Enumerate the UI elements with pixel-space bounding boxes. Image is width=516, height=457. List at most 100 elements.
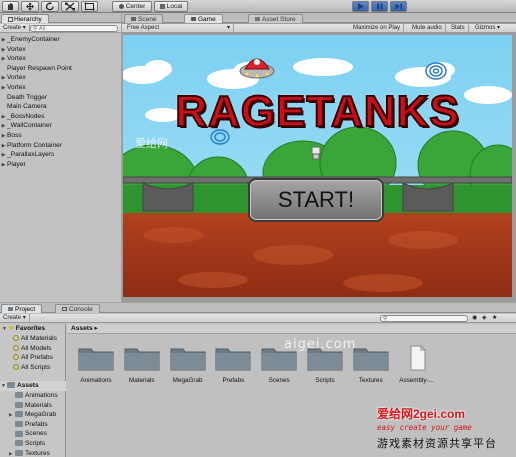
tree-folder-item[interactable]: Scripts	[9, 439, 45, 449]
folder-icon	[15, 430, 23, 437]
tree-folder-item[interactable]: Prefabs	[9, 420, 48, 430]
tree-folder-item[interactable]: Animations	[9, 391, 58, 401]
rotate-tool-button[interactable]	[41, 1, 59, 12]
hierarchy-item[interactable]: ▶ Player	[0, 160, 121, 170]
move-tool-button[interactable]	[21, 1, 39, 12]
hierarchy-item[interactable]: ▶ Vortex	[0, 45, 121, 55]
store-icon	[255, 17, 260, 21]
step-button[interactable]	[390, 1, 407, 12]
pause-button[interactable]	[371, 1, 388, 12]
favorite-item[interactable]: All Materials	[13, 334, 57, 344]
folder-icon	[170, 345, 206, 371]
tree-folder-label: Scenes	[25, 430, 47, 438]
tab-console[interactable]: Console	[55, 304, 100, 313]
filter-by-type-icon[interactable]: ◉	[472, 314, 477, 322]
mute-audio-toggle[interactable]: Mute audio	[409, 24, 446, 32]
asset-item-label: Prefabs	[222, 377, 245, 384]
hierarchy-toolbar: Create ▾ ⚲ All	[0, 24, 121, 33]
hierarchy-panel: Hierarchy Create ▾ ⚲ All ▶ _EnemyContaine…	[0, 13, 121, 302]
expand-arrow-icon[interactable]: ▶	[0, 161, 7, 171]
start-button[interactable]: START!	[248, 178, 384, 222]
watermark-site: aigei.com	[284, 337, 357, 352]
tab-scene[interactable]: Scene	[124, 14, 164, 23]
hierarchy-item[interactable]: ▶ Vortex	[0, 83, 121, 93]
step-icon	[395, 3, 402, 10]
tree-folder-label: Prefabs	[25, 420, 48, 428]
hand-tool-button[interactable]	[2, 1, 19, 12]
hierarchy-item[interactable]: ▶ Platform Container	[0, 141, 121, 151]
filter-by-label-icon[interactable]: ◈	[482, 314, 487, 322]
hierarchy-item[interactable]: ▶ Boss	[0, 131, 121, 141]
asset-item-label: Animations	[80, 377, 112, 384]
favorite-item[interactable]: All Prefabs	[13, 353, 53, 363]
folder-icon	[124, 345, 160, 371]
hierarchy-item[interactable]: ▶ _EnemyContainer	[0, 35, 121, 45]
scale-tool-button[interactable]	[61, 1, 79, 12]
play-button[interactable]	[352, 1, 369, 12]
tab-hierarchy[interactable]: Hierarchy	[1, 14, 49, 23]
assets-header[interactable]: ▼ Assets	[0, 381, 66, 391]
hierarchy-item[interactable]: Death Trigger	[0, 93, 121, 103]
aspect-dropdown[interactable]: Free Aspect ▾	[124, 24, 234, 32]
hierarchy-item-label: Vortex	[7, 45, 26, 53]
expand-arrow-icon: ▼	[2, 326, 7, 332]
folder-icon	[15, 449, 23, 456]
local-space-icon	[159, 3, 165, 9]
tab-project[interactable]: Project	[1, 304, 43, 313]
pivot-icon	[118, 3, 124, 9]
asset-item[interactable]: Animations	[74, 345, 118, 384]
scene-icon	[131, 17, 136, 21]
hierarchy-item[interactable]: Player Respawn Point	[0, 64, 121, 74]
hierarchy-search[interactable]: ⚲ All	[30, 25, 118, 32]
create-dropdown[interactable]: Create ▾	[0, 314, 30, 322]
asset-item[interactable]: Materials	[120, 345, 164, 384]
folder-icon	[353, 345, 389, 371]
maximize-on-play-toggle[interactable]: Maximize on Play	[350, 24, 405, 32]
project-search[interactable]: ⚲	[380, 315, 468, 322]
project-tabstrip: Project Console	[0, 303, 516, 313]
pivot-label: Center	[125, 3, 146, 10]
tab-asset-store[interactable]: Asset Store	[248, 14, 303, 23]
hierarchy-item[interactable]: ▶ Vortex	[0, 54, 121, 64]
gizmos-dropdown[interactable]: Gizmos ▾	[472, 24, 503, 32]
stats-toggle[interactable]: Stats	[448, 24, 469, 32]
pivot-toggle[interactable]: Center	[112, 1, 152, 12]
center-tabstrip: Scene Game Asset Store	[122, 13, 516, 23]
hierarchy-item-label: Player Respawn Point	[7, 64, 72, 72]
folder-icon	[15, 421, 23, 428]
hierarchy-item[interactable]: ▶ Vortex	[0, 73, 121, 83]
tab-game[interactable]: Game	[184, 14, 223, 23]
favorite-star-icon[interactable]: ★	[492, 314, 497, 322]
space-toggle[interactable]: Local	[154, 1, 188, 12]
hierarchy-item[interactable]: ▶ _WallContainer	[0, 121, 121, 131]
favorites-header[interactable]: ▼★ Favorites	[1, 324, 45, 334]
chevron-down-icon: ▾	[226, 25, 230, 31]
tree-folder-item[interactable]: ▶ Textures	[9, 449, 50, 457]
breadcrumb-assets[interactable]: Assets	[71, 325, 93, 332]
asset-item[interactable]: MegaGrab	[166, 345, 210, 384]
favorite-item[interactable]: All Scripts	[13, 363, 50, 373]
rotate-icon	[45, 2, 54, 11]
hierarchy-item[interactable]: Main Camera	[0, 102, 121, 112]
favorite-item[interactable]: All Models	[13, 344, 51, 354]
folder-icon	[215, 345, 251, 371]
asset-item[interactable]: Prefabs	[211, 345, 255, 384]
folder-icon	[15, 411, 23, 418]
game-view[interactable]: RAGETANKS START! 爱给网	[123, 35, 512, 297]
asset-item-label: Assembly-...	[399, 377, 434, 384]
create-dropdown[interactable]: Create ▾	[0, 24, 30, 32]
asset-item-label: Scenes	[268, 377, 290, 384]
space-label: Local	[166, 3, 183, 10]
hierarchy-item-label: Player	[7, 160, 26, 168]
hierarchy-item[interactable]: ▶ _BossNodes	[0, 112, 121, 122]
folder-icon	[78, 345, 114, 371]
tree-folder-item[interactable]: Materials	[9, 401, 52, 411]
asset-item[interactable]: Assembly-...	[395, 345, 439, 384]
play-icon	[358, 3, 364, 10]
favorite-item-label: All Models	[21, 344, 52, 352]
tree-folder-item[interactable]: ▶ MegaGrab	[9, 410, 56, 420]
rect-tool-button[interactable]	[81, 1, 98, 12]
tree-folder-item[interactable]: Scenes	[9, 429, 47, 439]
hierarchy-item[interactable]: ▶ _ParallaxLayers	[0, 150, 121, 160]
search-filter-icon	[13, 344, 19, 351]
